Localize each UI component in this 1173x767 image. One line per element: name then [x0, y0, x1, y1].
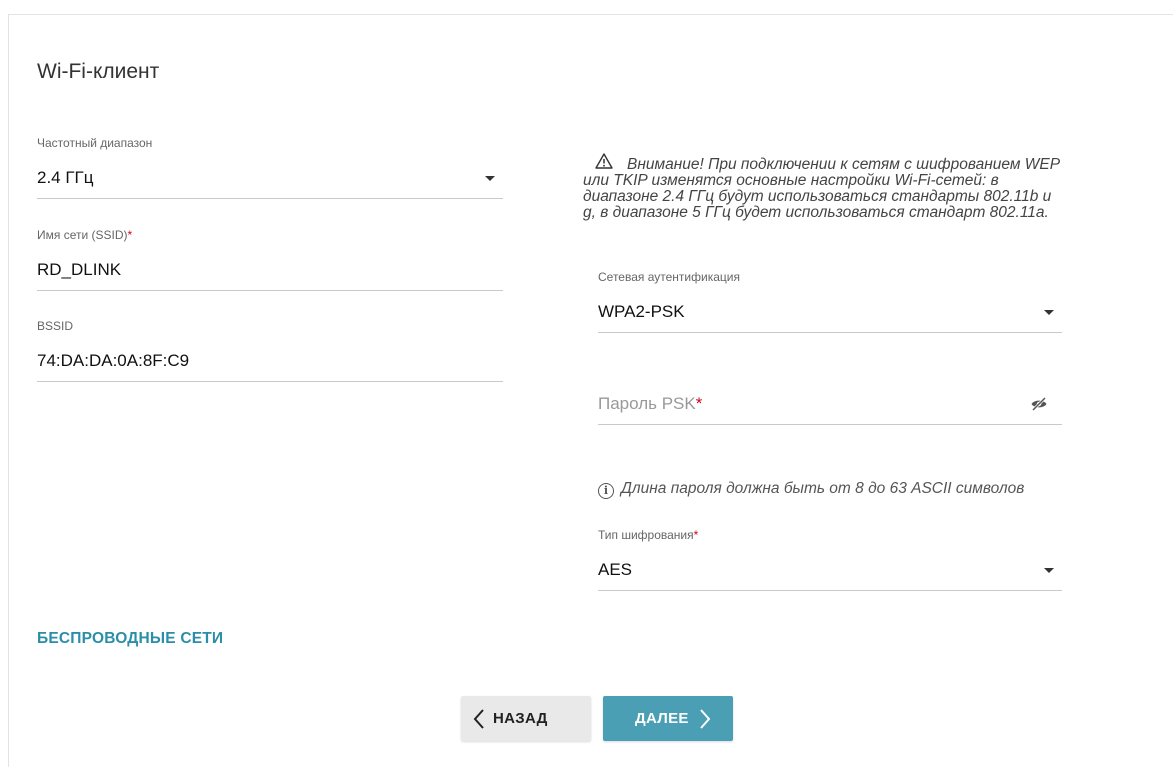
auth-value: WPA2-PSK: [598, 302, 685, 321]
page-title: Wi-Fi-клиент: [37, 60, 160, 83]
band-label: Частотный диапазон: [37, 136, 153, 150]
hint-text: Длина пароля должна быть от 8 до 63 ASCI…: [621, 480, 1025, 497]
bssid-field[interactable]: BSSID 74:DA:DA:0A:8F:C9: [37, 319, 503, 383]
auth-select[interactable]: Сетевая аутентификация WPA2-PSK: [598, 270, 1062, 334]
ssid-value: RD_DLINK: [37, 260, 122, 279]
back-label: НАЗАД: [493, 710, 548, 727]
chevron-left-icon: [473, 708, 485, 730]
next-label: ДАЛЕЕ: [635, 710, 689, 727]
ssid-field[interactable]: Имя сети (SSID)* RD_DLINK: [37, 228, 503, 292]
psk-placeholder: Пароль PSK*: [598, 394, 703, 413]
chevron-right-icon: [699, 708, 711, 730]
ssid-label: Имя сети (SSID)*: [37, 228, 133, 242]
info-icon: i: [598, 483, 614, 499]
eye-off-icon[interactable]: [1030, 396, 1050, 412]
warning-icon: [595, 153, 613, 173]
warning-text: Внимание! При подключении к сетям с шифр…: [583, 156, 1060, 221]
cipher-label: Тип шифрования*: [598, 528, 699, 542]
bssid-label: BSSID: [37, 319, 74, 333]
wireless-networks-link[interactable]: БЕСПРОВОДНЫЕ СЕТИ: [37, 630, 223, 648]
band-value: 2.4 ГГц: [37, 168, 94, 187]
cipher-select[interactable]: Тип шифрования* AES: [598, 528, 1062, 592]
back-button[interactable]: НАЗАД: [461, 696, 591, 741]
next-button[interactable]: ДАЛЕЕ: [603, 696, 733, 741]
auth-label: Сетевая аутентификация: [598, 270, 740, 284]
psk-field[interactable]: Пароль PSK*: [598, 380, 1062, 426]
bssid-value: 74:DA:DA:0A:8F:C9: [37, 351, 190, 370]
chevron-down-icon: [485, 176, 495, 181]
band-select[interactable]: Частотный диапазон 2.4 ГГц: [37, 136, 503, 200]
cipher-value: AES: [598, 560, 633, 579]
wep-warning: Внимание! При подключении к сетям с шифр…: [583, 153, 1063, 221]
password-hint: i Длина пароля должна быть от 8 до 63 ASC…: [598, 480, 1024, 499]
chevron-down-icon: [1044, 310, 1054, 315]
chevron-down-icon: [1044, 568, 1054, 573]
